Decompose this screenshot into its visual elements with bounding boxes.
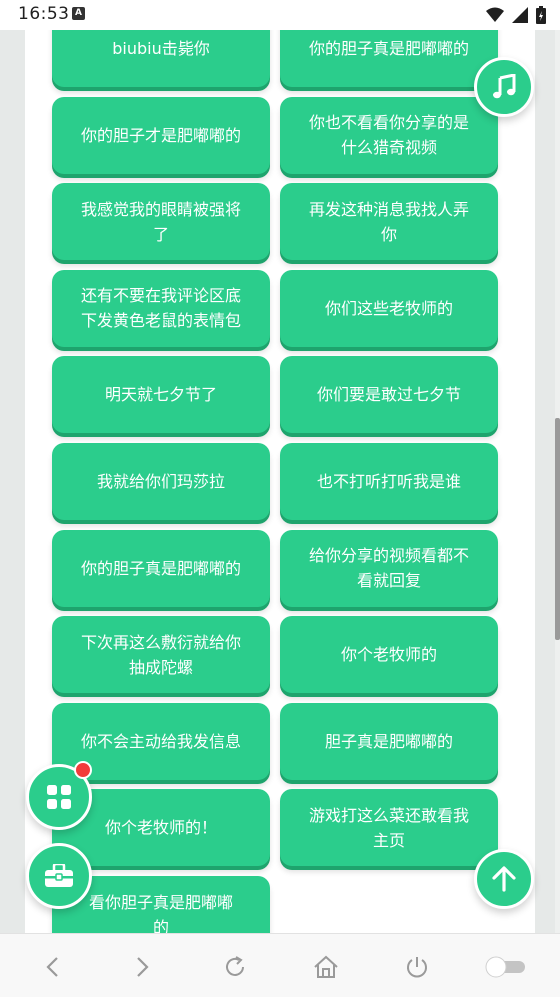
- phrase-button[interactable]: 明天就七夕节了: [52, 356, 270, 434]
- battery-icon: [536, 6, 546, 24]
- phrase-line: 你们这些老牧师的: [324, 298, 453, 318]
- phrase-text: 再发这种消息我找人弄你: [309, 197, 469, 247]
- phrase-line: 我感觉我的眼睛被强将: [80, 199, 241, 219]
- phrase-line: 你不会主动给我发信息: [80, 731, 241, 751]
- status-icons: [486, 5, 546, 25]
- phrase-text: 你的胆子才是肥嘟嘟的: [81, 123, 241, 148]
- phrase-button[interactable]: 你们要是敢过七夕节: [280, 356, 498, 434]
- phrase-line: 看你胆子真是肥嘟嘟: [88, 892, 233, 912]
- phrase-text: biubiu击毙你: [112, 36, 210, 61]
- refresh-button[interactable]: [220, 952, 250, 982]
- home-icon: [314, 955, 338, 978]
- phrase-line: 你也不看看你分享的是: [308, 113, 469, 133]
- phrase-button[interactable]: biubiu击毙你: [52, 30, 270, 87]
- phrase-line: 给你分享的视频看都不: [308, 546, 469, 566]
- phrase-text: 你也不看看你分享的是 什么猎奇视频: [309, 110, 469, 160]
- phrase-text: 我就给你们玛莎拉: [97, 469, 225, 494]
- phrase-line: 你的胆子真是肥嘟嘟的: [308, 39, 469, 58]
- back-icon: [46, 957, 58, 977]
- music-note-icon: [493, 74, 516, 99]
- phrase-line: 看就回复: [356, 571, 421, 591]
- phrase-button[interactable]: 你的胆子真是肥嘟嘟的: [280, 30, 498, 87]
- phrase-button[interactable]: 你也不看看你分享的是 什么猎奇视频: [280, 96, 498, 174]
- browser-nav-bar: [0, 933, 560, 997]
- forward-button[interactable]: [128, 952, 158, 982]
- phrase-button[interactable]: 我就给你们玛莎拉: [52, 443, 270, 520]
- phrase-text: 你不会主动给我发信息: [81, 729, 241, 754]
- phrase-button[interactable]: 你们这些老牧师的: [280, 269, 498, 347]
- phrase-button[interactable]: 我感觉我的眼睛被强将了: [52, 183, 270, 261]
- phrase-text: 看你胆子真是肥嘟嘟的: [89, 890, 233, 934]
- phrase-line: 你们要是敢过七夕节: [316, 385, 461, 405]
- arrow-up-icon: [492, 866, 516, 892]
- phrase-line: 也不打听打听我是谁: [316, 472, 461, 491]
- phrase-button[interactable]: 你的胆子才是肥嘟嘟的: [52, 96, 270, 174]
- phrase-line: 你的胆子真是肥嘟嘟的: [80, 558, 241, 578]
- phrase-line: 什么猎奇视频: [340, 138, 437, 158]
- phrase-line: 我就给你们玛莎拉: [96, 472, 225, 491]
- phrase-button[interactable]: 也不打听打听我是谁: [280, 443, 498, 520]
- phrase-line: biubiu击毙你: [112, 39, 210, 58]
- phrase-line: 你: [380, 224, 397, 244]
- phrase-button[interactable]: 下次再这么敷衍就给你 抽成陀螺: [52, 616, 270, 694]
- phrase-text: 还有不要在我评论区底 下发黄色老鼠的表情包: [81, 283, 241, 333]
- phrase-text: 给你分享的视频看都不 看就回复: [309, 543, 469, 593]
- phrase-text: 下次再这么敷衍就给你 抽成陀螺: [81, 630, 241, 680]
- phrase-line: 游戏打这么菜还敢看我: [308, 805, 469, 825]
- phrase-line: 下次再这么敷衍就给你: [80, 632, 241, 652]
- wifi-icon: [486, 7, 504, 22]
- notification-badge: [74, 761, 92, 779]
- toolbox-button[interactable]: [26, 843, 92, 909]
- notification-icon: A: [72, 7, 85, 20]
- power-button[interactable]: [402, 952, 432, 982]
- phrase-line: 你个老牧师的！: [104, 818, 217, 838]
- phrase-button[interactable]: 胆子真是肥嘟嘟的: [280, 702, 498, 780]
- phrase-text: 你的胆子真是肥嘟嘟的: [309, 36, 469, 61]
- scroll-top-button[interactable]: [474, 849, 534, 909]
- status-bar: 16:53 A: [0, 0, 560, 30]
- phrase-button[interactable]: 再发这种消息我找人弄你: [280, 183, 498, 261]
- phrase-line: 你个老牧师的: [340, 645, 437, 665]
- toggle-switch[interactable]: [484, 952, 528, 982]
- grid-icon: [47, 785, 71, 809]
- phrase-line: 再发这种消息我找人弄: [308, 199, 469, 219]
- phrase-line: 了: [152, 224, 169, 244]
- phrase-text: 游戏打这么菜还敢看我 主页: [309, 803, 469, 853]
- phrase-text: 你个老牧师的！: [105, 815, 217, 840]
- phrase-button[interactable]: 你的胆子真是肥嘟嘟的: [52, 529, 270, 607]
- phrase-text: 你个老牧师的: [341, 642, 437, 667]
- phrase-line: 的: [152, 917, 169, 934]
- phrase-text: 明天就七夕节了: [105, 382, 217, 407]
- phrase-list: biubiu击毙你 你的胆子真是肥嘟嘟的 你的胆子才是肥嘟嘟的 你也不看看你分享的是什…: [25, 30, 535, 933]
- phrase-line: 抽成陀螺: [128, 657, 193, 677]
- phrase-text: 胆子真是肥嘟嘟的: [325, 729, 453, 754]
- back-button[interactable]: [37, 952, 67, 982]
- phrase-text: 也不打听打听我是谁: [317, 469, 461, 494]
- music-button[interactable]: [474, 57, 534, 117]
- scrollbar[interactable]: [555, 418, 560, 640]
- home-button[interactable]: [311, 952, 341, 982]
- toggle-switch-icon: [485, 956, 525, 978]
- phrase-button[interactable]: 给你分享的视频看都不 看就回复: [280, 529, 498, 607]
- phrase-line: 还有不要在我评论区底: [80, 286, 241, 306]
- phrase-line: 明天就七夕节了: [104, 385, 217, 405]
- phrase-text: 你的胆子真是肥嘟嘟的: [81, 556, 241, 581]
- phrase-text: 我感觉我的眼睛被强将了: [81, 197, 241, 247]
- phrase-button[interactable]: 游戏打这么菜还敢看我 主页: [280, 789, 498, 867]
- phrase-line: 主页: [372, 830, 405, 850]
- phrase-line: 胆子真是肥嘟嘟的: [324, 731, 453, 751]
- forward-icon: [137, 957, 149, 977]
- power-icon: [407, 957, 427, 978]
- phrase-line: 你的胆子才是肥嘟嘟的: [80, 125, 241, 145]
- phrase-line: 下发黄色老鼠的表情包: [80, 311, 241, 331]
- phrase-text: 你们要是敢过七夕节: [317, 382, 461, 407]
- signal-icon: [512, 7, 528, 23]
- status-time: 16:53: [18, 4, 70, 24]
- toolbox-icon: [45, 864, 73, 887]
- phrase-text: 你们这些老牧师的: [325, 296, 453, 321]
- refresh-icon: [226, 956, 244, 976]
- phrase-button[interactable]: 你个老牧师的: [280, 616, 498, 694]
- phrase-button[interactable]: 还有不要在我评论区底 下发黄色老鼠的表情包: [52, 269, 270, 347]
